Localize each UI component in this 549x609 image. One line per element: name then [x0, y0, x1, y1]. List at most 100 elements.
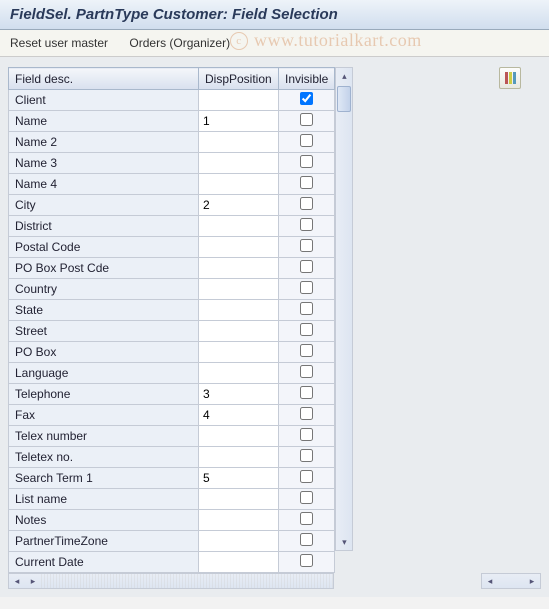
table-row: Name 4: [9, 174, 335, 195]
disp-position-input[interactable]: [199, 468, 278, 488]
invisible-checkbox[interactable]: [300, 218, 313, 231]
content-area: Field desc. DispPosition Invisible Clien…: [0, 57, 549, 597]
disp-position-input[interactable]: [199, 174, 278, 194]
disp-position-input[interactable]: [199, 489, 278, 509]
table-row: Name 2: [9, 132, 335, 153]
field-desc-cell: Language: [9, 363, 199, 384]
disp-position-cell: [199, 552, 279, 573]
disp-position-input[interactable]: [199, 342, 278, 362]
invisible-checkbox[interactable]: [300, 113, 313, 126]
field-desc-cell: Search Term 1: [9, 468, 199, 489]
disp-position-cell: [199, 342, 279, 363]
vertical-scrollbar[interactable]: ▴ ▾: [335, 67, 353, 551]
page-left-icon[interactable]: ◂: [482, 574, 498, 588]
disp-position-cell: [199, 384, 279, 405]
disp-position-cell: [199, 195, 279, 216]
disp-position-input[interactable]: [199, 384, 278, 404]
table-row: PartnerTimeZone: [9, 531, 335, 552]
reset-user-master-button[interactable]: Reset user master: [10, 36, 108, 50]
invisible-checkbox[interactable]: [300, 281, 313, 294]
invisible-checkbox[interactable]: [300, 365, 313, 378]
table-row: List name: [9, 489, 335, 510]
disp-position-input[interactable]: [199, 447, 278, 467]
invisible-checkbox[interactable]: [300, 302, 313, 315]
invisible-cell: [279, 489, 335, 510]
orders-organizer-button[interactable]: Orders (Organizer): [129, 36, 230, 50]
page-right-icon[interactable]: ▸: [524, 574, 540, 588]
table-row: Telephone: [9, 384, 335, 405]
page-scrollbar[interactable]: ◂ ▸: [481, 573, 541, 589]
invisible-cell: [279, 216, 335, 237]
table-row: Fax: [9, 405, 335, 426]
disp-position-input[interactable]: [199, 279, 278, 299]
invisible-checkbox[interactable]: [300, 344, 313, 357]
disp-position-cell: [199, 447, 279, 468]
invisible-checkbox[interactable]: [300, 470, 313, 483]
field-selection-table: Field desc. DispPosition Invisible Clien…: [8, 67, 335, 573]
col-header-disp-position[interactable]: DispPosition: [199, 68, 279, 90]
invisible-checkbox[interactable]: [300, 386, 313, 399]
scroll-down-icon[interactable]: ▾: [336, 534, 352, 550]
scroll-thumb[interactable]: [337, 86, 351, 112]
invisible-checkbox[interactable]: [300, 533, 313, 546]
disp-position-input[interactable]: [199, 552, 278, 572]
field-desc-cell: Telex number: [9, 426, 199, 447]
invisible-checkbox[interactable]: [300, 323, 313, 336]
col-header-invisible[interactable]: Invisible: [279, 68, 335, 90]
scroll-right-icon[interactable]: ▸: [25, 574, 41, 588]
invisible-checkbox[interactable]: [300, 491, 313, 504]
scroll-up-icon[interactable]: ▴: [336, 68, 352, 84]
disp-position-input[interactable]: [199, 426, 278, 446]
disp-position-input[interactable]: [199, 510, 278, 530]
invisible-checkbox[interactable]: [300, 155, 313, 168]
disp-position-input[interactable]: [199, 111, 278, 131]
field-desc-cell: Postal Code: [9, 237, 199, 258]
table-row: PO Box Post Cde: [9, 258, 335, 279]
disp-position-input[interactable]: [199, 132, 278, 152]
table-row: Name 3: [9, 153, 335, 174]
invisible-checkbox[interactable]: [300, 554, 313, 567]
invisible-checkbox[interactable]: [300, 134, 313, 147]
col-header-field-desc[interactable]: Field desc.: [9, 68, 199, 90]
table-row: Notes: [9, 510, 335, 531]
disp-position-input[interactable]: [199, 300, 278, 320]
invisible-checkbox[interactable]: [300, 407, 313, 420]
disp-position-input[interactable]: [199, 195, 278, 215]
field-desc-cell: Teletex no.: [9, 447, 199, 468]
disp-position-input[interactable]: [199, 153, 278, 173]
invisible-checkbox[interactable]: [300, 239, 313, 252]
invisible-checkbox[interactable]: [300, 428, 313, 441]
field-desc-cell: Country: [9, 279, 199, 300]
disp-position-input[interactable]: [199, 531, 278, 551]
disp-position-input[interactable]: [199, 258, 278, 278]
invisible-checkbox[interactable]: [300, 176, 313, 189]
disp-position-input[interactable]: [199, 237, 278, 257]
field-desc-cell: PO Box: [9, 342, 199, 363]
disp-position-input[interactable]: [199, 405, 278, 425]
toolbar: Reset user master Orders (Organizer): [0, 30, 549, 57]
field-desc-cell: PO Box Post Cde: [9, 258, 199, 279]
disp-position-input[interactable]: [199, 363, 278, 383]
invisible-cell: [279, 132, 335, 153]
disp-position-cell: [199, 405, 279, 426]
invisible-cell: [279, 279, 335, 300]
invisible-checkbox[interactable]: [300, 260, 313, 273]
disp-position-cell: [199, 237, 279, 258]
field-desc-cell: PartnerTimeZone: [9, 531, 199, 552]
disp-position-input[interactable]: [199, 321, 278, 341]
scroll-left-icon[interactable]: ◂: [9, 574, 25, 588]
invisible-checkbox[interactable]: [300, 512, 313, 525]
disp-position-cell: [199, 153, 279, 174]
field-desc-cell: Name 4: [9, 174, 199, 195]
field-desc-cell: Telephone: [9, 384, 199, 405]
disp-position-input[interactable]: [199, 216, 278, 236]
invisible-checkbox[interactable]: [300, 92, 313, 105]
disp-position-input[interactable]: [199, 90, 278, 110]
invisible-checkbox[interactable]: [300, 197, 313, 210]
table-row: Language: [9, 363, 335, 384]
table-row: Name: [9, 111, 335, 132]
table-row: Search Term 1: [9, 468, 335, 489]
horizontal-scrollbar[interactable]: ◂ ▸: [8, 573, 334, 589]
scroll-track[interactable]: [336, 84, 352, 534]
invisible-checkbox[interactable]: [300, 449, 313, 462]
